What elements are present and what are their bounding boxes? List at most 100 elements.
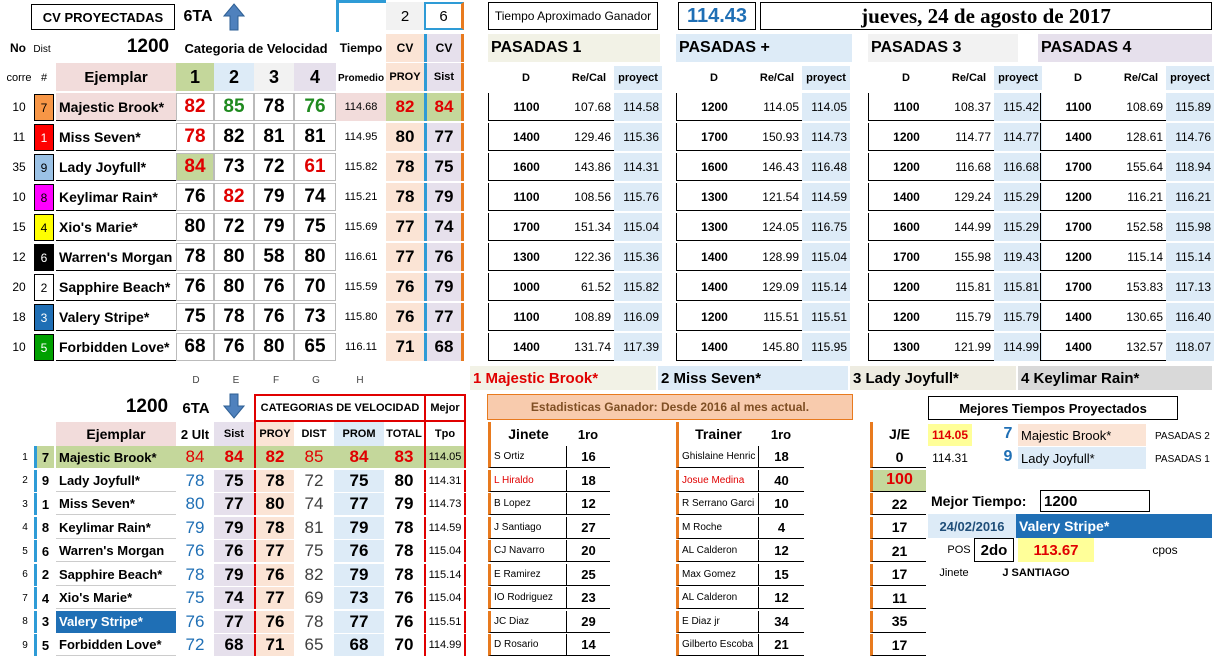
bottom-prom-hdr: PROM: [334, 422, 384, 446]
column-letter: F: [272, 374, 280, 386]
row-index: 4: [22, 522, 28, 533]
column-letter: D: [192, 374, 200, 386]
sist-cell: 77: [214, 610, 254, 633]
trainer-wins: 15: [758, 563, 804, 586]
pasada-d: 1300: [868, 333, 944, 361]
horse-name: Xio's Marie*: [56, 213, 176, 241]
pasadas3-hdr: PASADAS 3: [868, 34, 1018, 62]
sist-cell: 68: [424, 333, 464, 361]
down-arrow-icon[interactable]: [222, 392, 246, 420]
pasada-recal: 107.68: [564, 93, 614, 121]
pasada-recal: 114.05: [752, 93, 802, 121]
pasada-proyect: 117.39: [614, 333, 662, 361]
pasada-d: 1200: [868, 273, 944, 301]
up-arrow-icon[interactable]: [222, 2, 246, 32]
ult-cell: 76: [185, 541, 205, 560]
jinete-cell: E Ramirez: [488, 563, 566, 586]
pasada-recal: 61.52: [564, 273, 614, 301]
tiempo-hdr: Tiempo: [339, 41, 383, 55]
race-label: 6TA: [183, 8, 213, 25]
blank-top: [336, 0, 386, 32]
pos-value: 2do: [974, 538, 1014, 562]
total-cell: 76: [384, 610, 426, 633]
pasada-proyect: 115.14: [1166, 243, 1214, 271]
jinete-wins: 18: [566, 469, 610, 492]
pasada-recal: 129.24: [944, 183, 994, 211]
post-number: 9: [34, 469, 54, 492]
dist-label: Dist: [33, 43, 51, 55]
pasada-recal: 151.34: [564, 213, 614, 241]
cv-cell: 73: [294, 303, 336, 331]
pasada-d: 1400: [1040, 123, 1116, 151]
horse-name: Forbidden Love*: [56, 333, 176, 361]
column-letter: E: [232, 374, 240, 386]
cv-cell: 82: [214, 123, 254, 151]
jinete-wins: 23: [566, 587, 610, 609]
corre-cell: 10: [12, 100, 26, 114]
cv-cell: 76: [214, 333, 254, 361]
pasada-d: 1600: [676, 153, 752, 181]
cv-cell: 80: [294, 243, 336, 271]
cv-cell: 85: [214, 93, 254, 121]
sist-cell: 68: [214, 634, 254, 656]
pasada-recal: 116.21: [1116, 183, 1166, 211]
post-number: 2: [34, 563, 54, 586]
tpo-cell: 115.51: [426, 610, 466, 633]
horse-name: Warren's Morgan: [56, 540, 176, 562]
je-cell: 35: [870, 610, 926, 633]
row-index: 7: [22, 592, 28, 604]
pasada-recal: 130.65: [1116, 303, 1166, 331]
promedio-cell: 114.95: [344, 131, 378, 143]
ult-cell: 78: [185, 564, 205, 584]
pasadas4-hdr: PASADAS 4: [1038, 34, 1212, 62]
jinete-cell: L Hiraldo: [488, 469, 566, 492]
pasada-recal: 131.74: [564, 333, 614, 361]
stats-title: Estadisticas Ganador: Desde 2016 al mes …: [487, 394, 853, 420]
cv-cell: 78: [176, 123, 214, 151]
sist-cell: 76: [424, 243, 464, 271]
horse-name: Keylimar Rain*: [56, 517, 176, 539]
pasada-d: 1600: [488, 153, 564, 181]
tiempo-label: Tiempo Aproximado Ganador: [488, 2, 658, 30]
je-cell: 22: [870, 493, 926, 515]
pasadas-proyect-hdr: proyect: [994, 66, 1042, 90]
corre-cell: 10: [12, 190, 26, 204]
pasada-proyect: 115.89: [1166, 93, 1214, 121]
prom-cell: 77: [334, 610, 384, 633]
je-cell: 17: [870, 563, 926, 586]
tpo-cell: 114.05: [426, 446, 466, 468]
trainer-wins: 12: [758, 587, 804, 609]
total-cell: 76: [384, 587, 426, 609]
pasadas-recal-hdr: Re/Cal: [759, 72, 795, 84]
je-cell: 100: [870, 469, 926, 492]
pasada-recal: 108.69: [1116, 93, 1166, 121]
pasada-d: 1200: [1040, 183, 1116, 211]
sist-cell: 75: [214, 469, 254, 492]
pasada-recal: 145.80: [752, 333, 802, 361]
je-cell: 21: [870, 540, 926, 562]
pasadas1-hdr: PASADAS 1: [488, 34, 660, 62]
proy-cell: 77: [254, 587, 294, 609]
trainer-wins: 12: [758, 540, 804, 562]
cv-cell: 76: [254, 303, 294, 331]
post-number: 8: [34, 516, 54, 539]
ult-cell: 79: [185, 517, 205, 537]
bottom-ult-hdr: 2 Ult: [180, 426, 210, 442]
pasada-d: 1400: [676, 243, 752, 271]
prom-cell: 79: [334, 563, 384, 586]
promedio-cell: 114.68: [336, 93, 386, 121]
post-number: 8: [34, 184, 54, 211]
post-number: 4: [34, 587, 54, 609]
sist-hdr: Sist: [424, 63, 464, 91]
cv-cell: 82: [176, 93, 214, 121]
pasada-recal: 146.43: [752, 153, 802, 181]
pasada-proyect: 119.43: [994, 243, 1042, 271]
pasada-recal: 144.99: [944, 213, 994, 241]
cv-cell: 80: [214, 273, 254, 301]
jinete-cell: D Rosario: [488, 634, 566, 656]
pasada-proyect: 114.77: [994, 123, 1042, 151]
pasada-recal: 128.61: [1116, 123, 1166, 151]
jinete-cell: J Santiago: [488, 516, 566, 539]
post-number: 2: [34, 274, 54, 301]
cv-cell: 61: [294, 153, 336, 181]
